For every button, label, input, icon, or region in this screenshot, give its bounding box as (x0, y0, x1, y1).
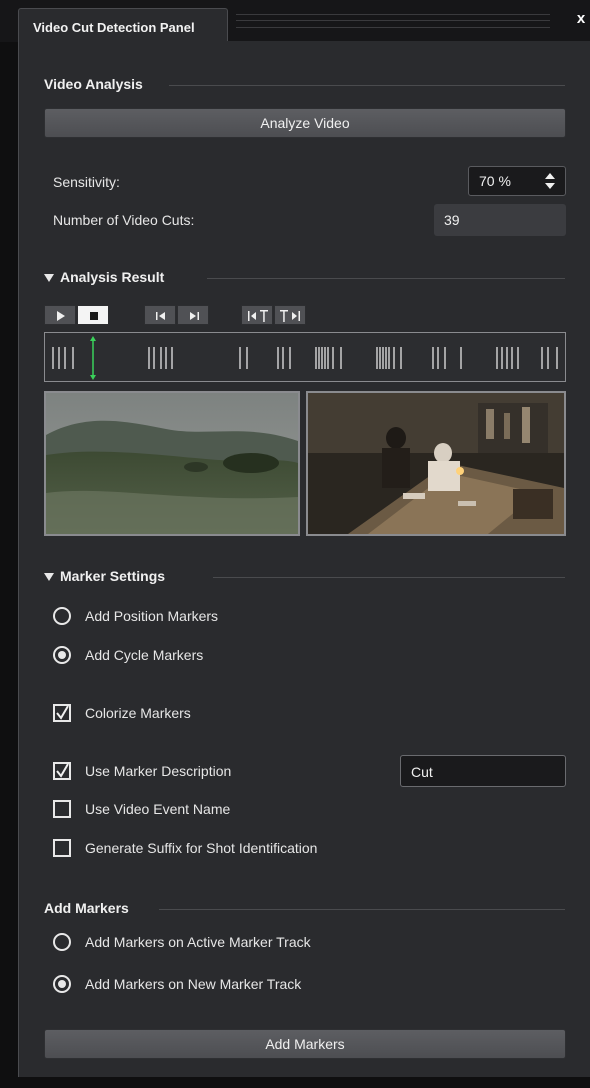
sensitivity-spinbox[interactable]: 70 % (468, 166, 566, 196)
collapse-triangle-icon[interactable] (44, 573, 54, 581)
section-divider (169, 85, 565, 86)
section-title-marker-settings: Marker Settings (60, 568, 166, 584)
landscape-thumbnail-image (46, 393, 298, 534)
play-icon (57, 311, 65, 321)
radio-label-new-track: Add Markers on New Marker Track (85, 976, 302, 992)
checkbox-label-use-description: Use Marker Description (85, 763, 232, 779)
cut-timeline-ticks (52, 336, 558, 380)
tab-strip: Video Cut Detection Panel x (0, 0, 590, 42)
section-title-analysis-result: Analysis Result (60, 269, 165, 285)
radio-add-cycle-markers[interactable] (53, 646, 71, 664)
skip-forward-icon (190, 312, 199, 320)
section-divider (207, 278, 565, 279)
video-cuts-label: Number of Video Cuts: (53, 212, 195, 228)
previous-cut-button[interactable] (144, 305, 176, 325)
stop-button[interactable] (77, 305, 109, 325)
section-divider (159, 909, 565, 910)
sensitivity-label: Sensitivity: (53, 174, 120, 190)
analyze-video-button[interactable]: Analyze Video (44, 108, 566, 138)
checkbox-use-marker-description[interactable] (53, 762, 71, 780)
sensitivity-value: 70 % (479, 173, 511, 189)
play-button[interactable] (44, 305, 76, 325)
stop-icon (90, 312, 98, 320)
marker-description-input[interactable]: Cut (400, 755, 566, 787)
radio-label-active-track: Add Markers on Active Marker Track (85, 934, 311, 950)
cut-thumbnail-left[interactable] (44, 391, 300, 536)
previous-marker-button[interactable] (241, 305, 273, 325)
section-title-video-analysis: Video Analysis (44, 76, 143, 92)
radio-label-cycle-markers: Add Cycle Markers (85, 647, 204, 663)
checkbox-label-video-event-name: Use Video Event Name (85, 801, 231, 817)
video-cuts-value: 39 (444, 212, 460, 228)
checkbox-label-generate-suffix: Generate Suffix for Shot Identification (85, 840, 318, 856)
skip-back-icon (156, 312, 165, 320)
tab-strip-grip (236, 14, 550, 28)
collapse-triangle-icon[interactable] (44, 274, 54, 282)
tab-title: Video Cut Detection Panel (33, 20, 195, 35)
cut-timeline[interactable] (44, 332, 566, 382)
radio-markers-active-track[interactable] (53, 933, 71, 951)
checkbox-use-video-event-name[interactable] (53, 800, 71, 818)
video-cut-detection-panel: Video Analysis Analyze Video Sensitivity… (18, 41, 590, 1077)
marker-back-icon (248, 310, 268, 322)
marker-description-value: Cut (411, 764, 433, 780)
checkbox-generate-suffix[interactable] (53, 839, 71, 857)
radio-label-position-markers: Add Position Markers (85, 608, 219, 624)
cut-thumbnail-right[interactable] (306, 391, 566, 536)
spin-arrows-icon[interactable] (545, 171, 555, 191)
radio-markers-new-track[interactable] (53, 975, 71, 993)
checkbox-colorize-markers[interactable] (53, 704, 71, 722)
video-cuts-count: 39 (434, 204, 566, 236)
next-cut-button[interactable] (177, 305, 209, 325)
close-icon[interactable]: x (574, 10, 588, 28)
section-divider (213, 577, 565, 578)
section-title-add-markers: Add Markers (44, 900, 129, 916)
checkmark-icon (56, 763, 69, 778)
tab-video-cut-detection[interactable]: Video Cut Detection Panel (18, 8, 228, 42)
next-marker-button[interactable] (274, 305, 306, 325)
playhead-icon[interactable] (90, 336, 96, 380)
add-markers-button[interactable]: Add Markers (44, 1029, 566, 1059)
interior-thumbnail-image (308, 393, 564, 534)
radio-add-position-markers[interactable] (53, 607, 71, 625)
checkmark-icon (56, 705, 69, 720)
marker-forward-icon (280, 310, 300, 322)
checkbox-label-colorize: Colorize Markers (85, 705, 191, 721)
window-bottom-edge (0, 1077, 590, 1088)
